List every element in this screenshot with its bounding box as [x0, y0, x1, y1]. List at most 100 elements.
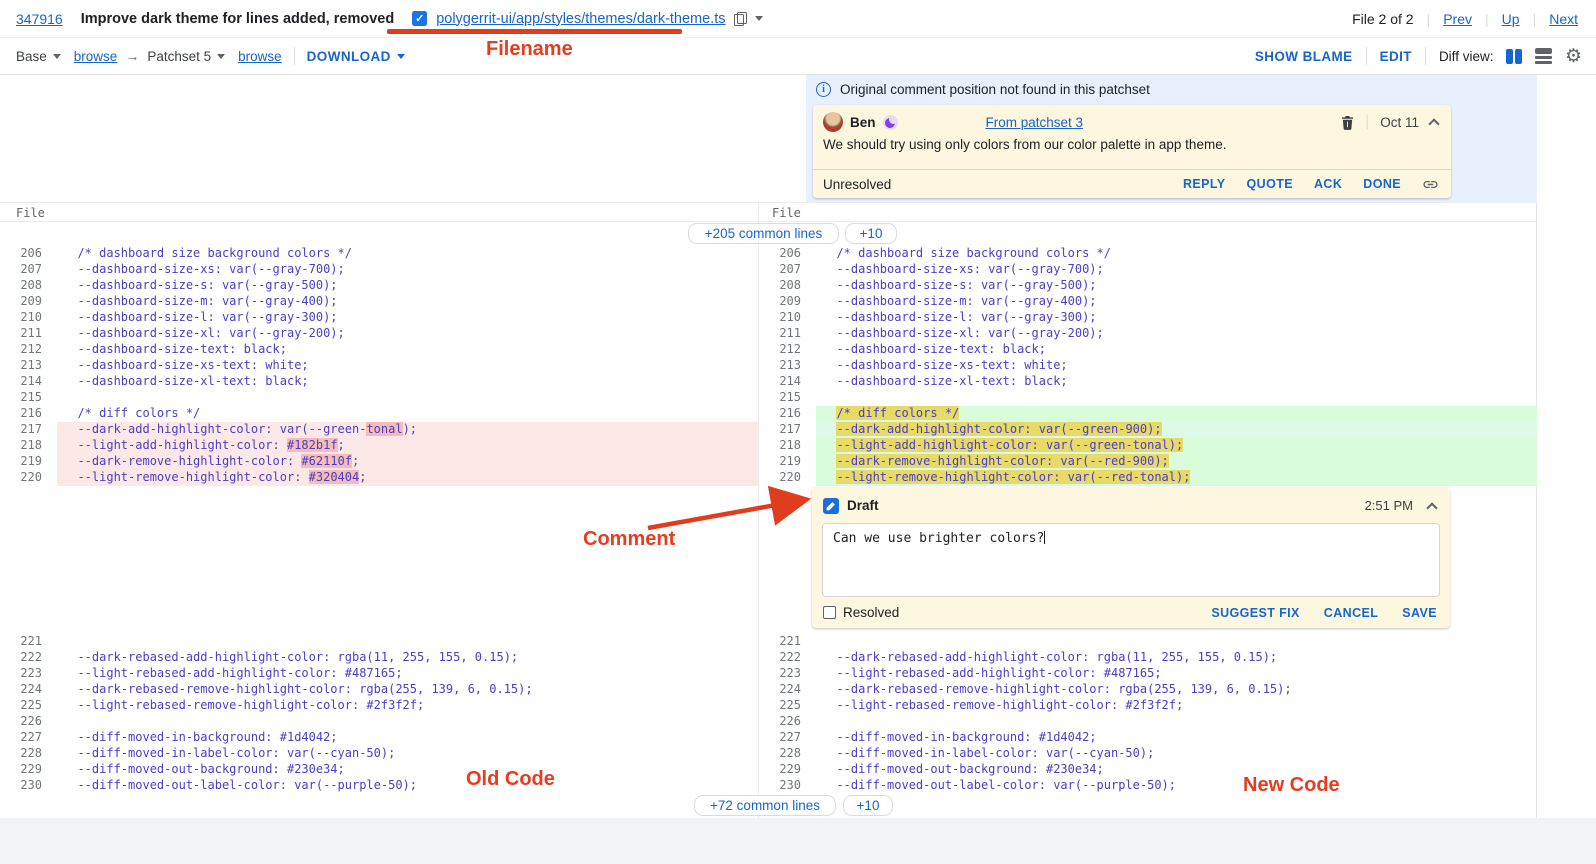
line-number[interactable]: 210 [759, 310, 816, 326]
show-blame-button[interactable]: SHOW BLAME [1255, 49, 1353, 64]
line-number[interactable]: 210 [0, 310, 57, 326]
line-number[interactable]: 230 [759, 778, 816, 794]
line-number[interactable]: 229 [759, 762, 816, 778]
line-number[interactable]: 222 [759, 650, 816, 666]
line-number[interactable]: 223 [0, 666, 57, 682]
line-number[interactable]: 220 [759, 470, 816, 486]
expand-ten-lines-top-button[interactable]: +10 [845, 223, 897, 244]
line-number[interactable]: 206 [0, 246, 57, 262]
line-number[interactable]: 220 [0, 470, 57, 486]
line-number[interactable]: 208 [0, 278, 57, 294]
line-number[interactable]: 214 [759, 374, 816, 390]
expand-common-lines-top-button[interactable]: +205 common lines [688, 223, 839, 244]
diff-row-left: 213 --dashboard-size-xs-text: white; [0, 358, 758, 374]
unified-view-icon[interactable] [1535, 48, 1552, 64]
line-number[interactable]: 207 [759, 262, 816, 278]
diff-row-right: 218 --light-add-highlight-color: var(--g… [758, 438, 1537, 454]
line-number[interactable]: 217 [759, 422, 816, 438]
line-number[interactable]: 209 [759, 294, 816, 310]
resolved-checkbox[interactable] [823, 606, 836, 619]
expand-ten-lines-bottom-button[interactable]: +10 [843, 795, 893, 816]
line-number[interactable]: 215 [0, 390, 57, 406]
change-number-link[interactable]: 347916 [16, 11, 63, 27]
line-number[interactable]: 230 [0, 778, 57, 794]
line-number[interactable]: 226 [759, 714, 816, 730]
file-counter: File 2 of 2 [1352, 11, 1413, 27]
line-number[interactable]: 207 [0, 262, 57, 278]
up-link[interactable]: Up [1502, 11, 1520, 27]
line-number[interactable]: 213 [0, 358, 57, 374]
expand-common-lines-bottom-button[interactable]: +72 common lines [694, 795, 836, 816]
save-button[interactable]: SAVE [1402, 606, 1437, 620]
annotation-comment-arrow [632, 486, 822, 538]
moon-status-icon [883, 115, 898, 130]
line-number[interactable]: 227 [0, 730, 57, 746]
code-line: --dashboard-size-m: var(--gray-400); [57, 294, 758, 310]
ack-button[interactable]: ACK [1314, 177, 1342, 191]
arrow-right-icon: → [125, 48, 139, 64]
line-number[interactable]: 226 [0, 714, 57, 730]
line-number[interactable]: 221 [0, 634, 57, 650]
diff-row: 213 --dashboard-size-xs-text: white;213 … [0, 358, 1536, 374]
copy-icon[interactable] [734, 12, 745, 25]
line-number[interactable]: 228 [759, 746, 816, 762]
delete-comment-icon[interactable] [1341, 115, 1354, 130]
file-path-link[interactable]: polygerrit-ui/app/styles/themes/dark-the… [436, 11, 725, 27]
line-number[interactable]: 206 [759, 246, 816, 262]
line-number[interactable]: 216 [759, 406, 816, 422]
line-number[interactable]: 213 [759, 358, 816, 374]
base-patchset-dropdown[interactable]: Base [16, 49, 61, 64]
line-number[interactable]: 217 [0, 422, 57, 438]
reviewed-checkbox[interactable]: ✓ [412, 11, 427, 26]
line-number[interactable]: 218 [0, 438, 57, 454]
reply-button[interactable]: REPLY [1183, 177, 1226, 191]
done-button[interactable]: DONE [1363, 177, 1401, 191]
diff-row: 224 --dark-rebased-remove-highlight-colo… [0, 682, 1536, 698]
line-number[interactable]: 227 [759, 730, 816, 746]
line-number[interactable]: 209 [0, 294, 57, 310]
line-number[interactable]: 224 [759, 682, 816, 698]
copy-link-icon[interactable] [1422, 176, 1439, 193]
diff-row: 215 215 [0, 390, 1536, 406]
suggest-fix-button[interactable]: SUGGEST FIX [1211, 606, 1299, 620]
line-number[interactable]: 223 [759, 666, 816, 682]
line-number[interactable]: 221 [759, 634, 816, 650]
line-number[interactable]: 212 [759, 342, 816, 358]
code-line: --dark-rebased-add-highlight-color: rgba… [57, 650, 758, 666]
collapse-comment-icon[interactable] [1428, 118, 1439, 129]
from-patchset-link[interactable]: From patchset 3 [986, 115, 1084, 130]
line-number[interactable]: 214 [0, 374, 57, 390]
line-number[interactable]: 211 [759, 326, 816, 342]
line-number[interactable]: 222 [0, 650, 57, 666]
line-number[interactable]: 219 [759, 454, 816, 470]
patchset-dropdown[interactable]: Patchset 5 [147, 49, 225, 64]
edit-button[interactable]: EDIT [1380, 49, 1412, 64]
line-number[interactable]: 216 [0, 406, 57, 422]
line-number[interactable]: 218 [759, 438, 816, 454]
quote-button[interactable]: QUOTE [1247, 177, 1293, 191]
line-number[interactable]: 215 [759, 390, 816, 406]
line-number[interactable]: 211 [0, 326, 57, 342]
line-number[interactable]: 225 [759, 698, 816, 714]
line-number[interactable]: 228 [0, 746, 57, 762]
settings-gear-icon[interactable]: ⚙ [1565, 47, 1582, 66]
draft-comment-card: Draft 2:51 PM Can we use brighter colors… [812, 487, 1450, 628]
line-number[interactable]: 212 [0, 342, 57, 358]
line-number[interactable]: 229 [0, 762, 57, 778]
diff-row-left: 217 --dark-add-highlight-color: var(--gr… [0, 422, 758, 438]
line-number[interactable]: 224 [0, 682, 57, 698]
download-dropdown[interactable]: DOWNLOAD [307, 49, 405, 64]
line-number[interactable]: 225 [0, 698, 57, 714]
browse-base-link[interactable]: browse [74, 49, 118, 64]
next-file-link[interactable]: Next [1549, 11, 1578, 27]
code-line: --dashboard-size-xl-text: black; [57, 374, 758, 390]
file-dropdown-caret-icon[interactable] [755, 16, 763, 21]
prev-file-link[interactable]: Prev [1443, 11, 1472, 27]
collapse-draft-icon[interactable] [1426, 502, 1437, 513]
draft-textarea[interactable]: Can we use brighter colors? [822, 523, 1440, 597]
browse-patchset-link[interactable]: browse [238, 49, 282, 64]
side-by-side-view-icon[interactable] [1506, 49, 1522, 64]
line-number[interactable]: 219 [0, 454, 57, 470]
line-number[interactable]: 208 [759, 278, 816, 294]
cancel-button[interactable]: CANCEL [1324, 606, 1378, 620]
